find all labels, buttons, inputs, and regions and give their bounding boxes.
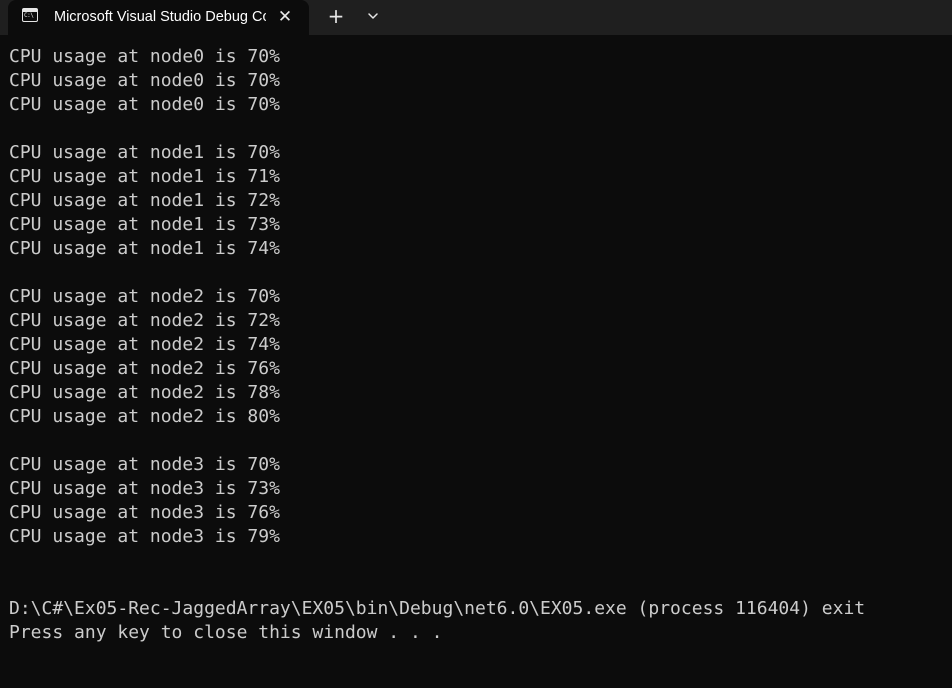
console-line: CPU usage at node1 is 73% [9,214,280,235]
console-line: D:\C#\Ex05-Rec-JaggedArray\EX05\bin\Debu… [9,598,866,619]
console-icon: C:\ [22,8,38,22]
console-line: CPU usage at node0 is 70% [9,70,280,91]
console-line: CPU usage at node1 is 71% [9,166,280,187]
tab-debug-console[interactable]: C:\ Microsoft Visual Studio Debug Consol… [8,0,309,35]
terminal-window: C:\ Microsoft Visual Studio Debug Consol… [0,0,952,688]
console-line: CPU usage at node0 is 70% [9,94,280,115]
tab-title: Microsoft Visual Studio Debug Console [54,9,266,25]
console-line: CPU usage at node3 is 73% [9,478,280,499]
console-line: Press any key to close this window . . . [9,622,443,643]
console-line: CPU usage at node2 is 80% [9,406,280,427]
close-icon[interactable]: ✕ [274,6,296,28]
console-line: CPU usage at node1 is 72% [9,190,280,211]
console-line: CPU usage at node2 is 78% [9,382,280,403]
console-line: CPU usage at node0 is 70% [9,46,280,67]
console-line: CPU usage at node3 is 70% [9,454,280,475]
plus-icon[interactable]: + [324,4,348,28]
console-icon-text: C:\ [24,12,34,19]
console-line: CPU usage at node3 is 76% [9,502,280,523]
console-line: CPU usage at node1 is 74% [9,238,280,259]
title-bar: C:\ Microsoft Visual Studio Debug Consol… [0,0,952,35]
console-line: CPU usage at node2 is 76% [9,358,280,379]
console-output[interactable]: CPU usage at node0 is 70% CPU usage at no… [9,45,952,688]
chevron-down-icon[interactable] [362,5,384,27]
console-line: CPU usage at node2 is 70% [9,286,280,307]
console-line: CPU usage at node2 is 74% [9,334,280,355]
console-line: CPU usage at node2 is 72% [9,310,280,331]
console-line: CPU usage at node1 is 70% [9,142,280,163]
console-line: CPU usage at node3 is 79% [9,526,280,547]
